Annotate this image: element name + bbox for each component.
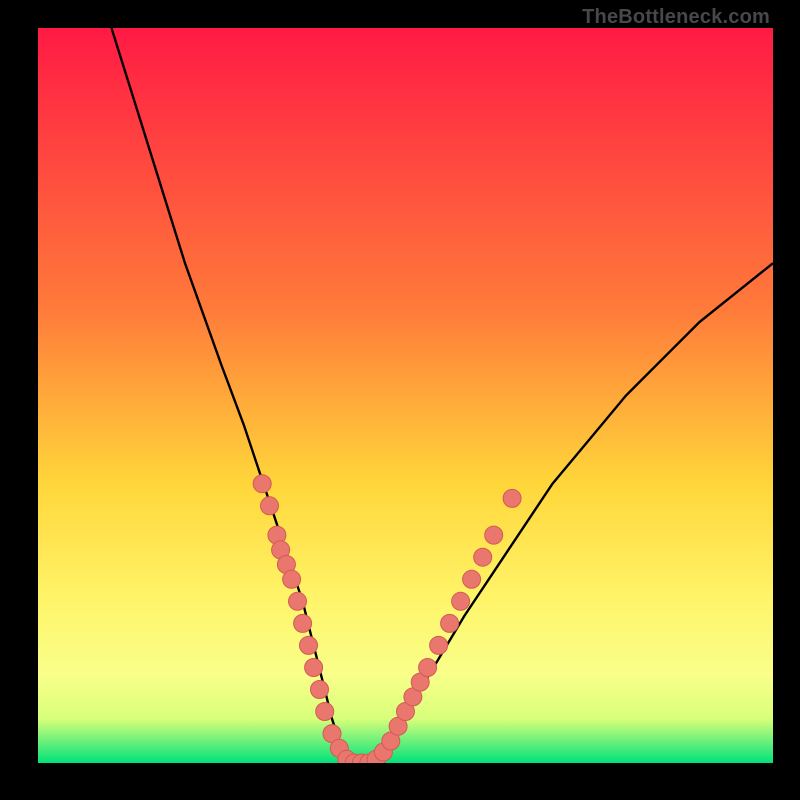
data-marker — [305, 659, 323, 677]
data-marker — [430, 636, 448, 654]
data-marker — [452, 592, 470, 610]
plot-area — [38, 28, 773, 763]
data-marker — [463, 570, 481, 588]
data-marker — [253, 475, 271, 493]
data-marker — [441, 614, 459, 632]
marker-group — [253, 475, 521, 763]
data-marker — [311, 681, 329, 699]
data-marker — [474, 548, 492, 566]
data-marker — [485, 526, 503, 544]
chart-frame: TheBottleneck.com — [0, 0, 800, 800]
watermark-text: TheBottleneck.com — [582, 6, 770, 29]
chart-svg — [38, 28, 773, 763]
data-marker — [289, 592, 307, 610]
data-marker — [261, 497, 279, 515]
data-marker — [419, 659, 437, 677]
data-marker — [294, 614, 312, 632]
data-marker — [316, 703, 334, 721]
data-marker — [283, 570, 301, 588]
data-marker — [300, 636, 318, 654]
data-marker — [503, 489, 521, 507]
